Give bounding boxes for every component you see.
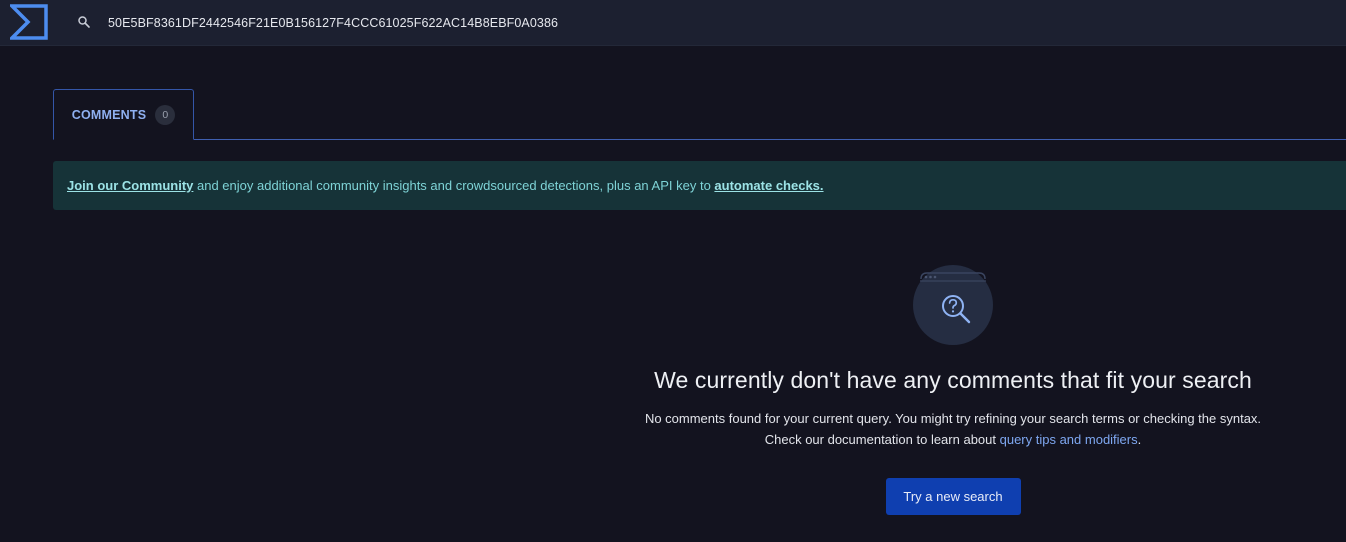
empty-state-title: We currently don't have any comments tha…: [654, 367, 1252, 393]
empty-state: We currently don't have any comments tha…: [560, 265, 1346, 515]
sigma-logo-icon[interactable]: [10, 4, 48, 40]
desc-line2-suffix: .: [1137, 432, 1142, 447]
banner-text: and enjoy additional community insights …: [193, 178, 715, 193]
tab-comments-count-badge: 0: [155, 104, 176, 125]
top-bar: [0, 0, 1346, 46]
try-new-search-button[interactable]: Try a new search: [885, 478, 1021, 515]
automate-checks-link[interactable]: automate checks.: [714, 178, 823, 193]
join-community-link[interactable]: Join our Community: [67, 178, 193, 193]
tab-bar: COMMENTS 0: [53, 89, 1346, 140]
tab-comments-label: COMMENTS: [71, 107, 147, 122]
empty-state-description: No comments found for your current query…: [560, 408, 1346, 450]
tab-comments[interactable]: COMMENTS 0: [53, 89, 194, 140]
query-tips-link[interactable]: query tips and modifiers: [1000, 432, 1138, 447]
search-input[interactable]: [100, 10, 800, 36]
search-question-icon: [913, 265, 993, 345]
empty-state-desc-line1: No comments found for your current query…: [644, 411, 1262, 426]
search-icon[interactable]: [77, 15, 91, 29]
desc-line2-prefix: Check our documentation to learn about: [764, 432, 1000, 447]
community-banner: Join our Community and enjoy additional …: [53, 161, 1346, 210]
empty-state-desc-line2: Check our documentation to learn about q…: [560, 429, 1346, 450]
